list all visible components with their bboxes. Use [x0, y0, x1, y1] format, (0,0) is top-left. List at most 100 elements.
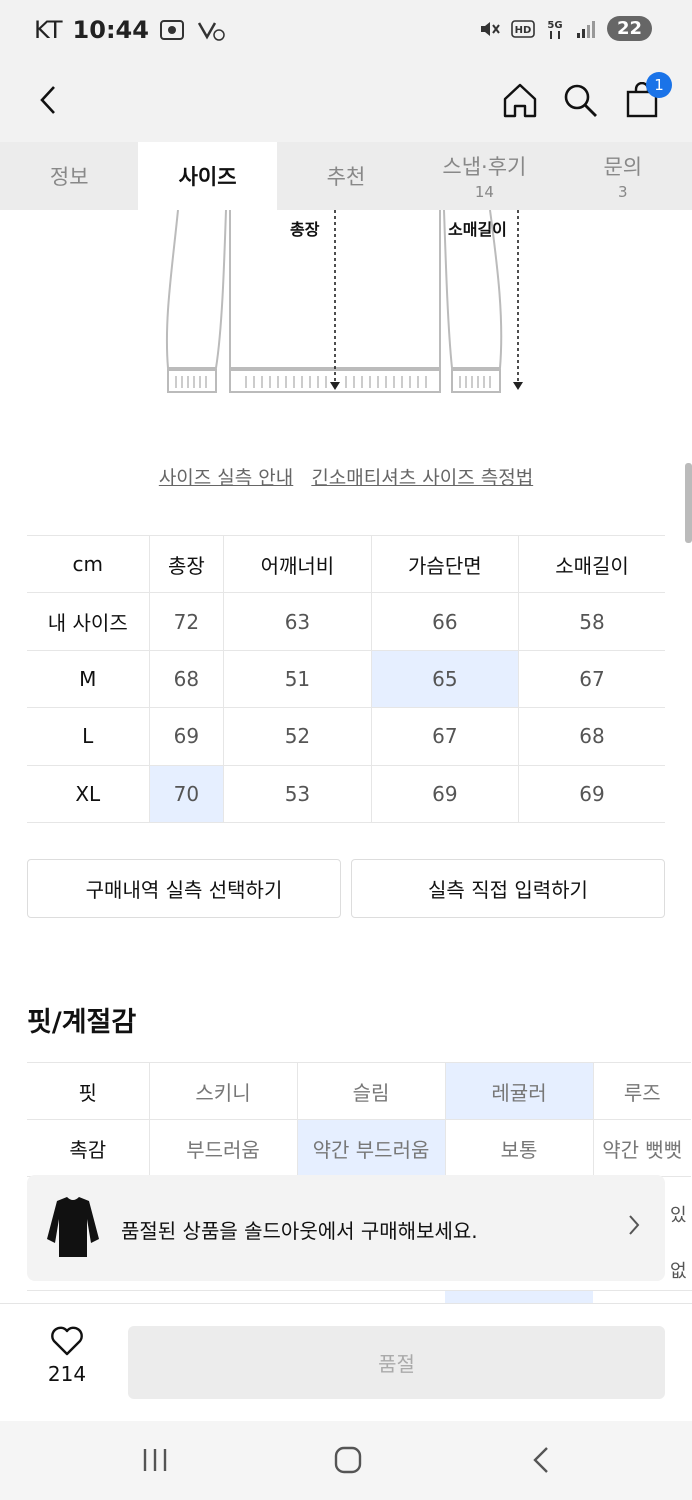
table-cell-highlight: 약간 부드러움 — [296, 1119, 445, 1177]
mute-icon — [480, 21, 500, 36]
tab-label: 사이즈 — [178, 165, 237, 189]
soldout-button[interactable]: 품절 — [128, 1326, 665, 1399]
table-cell: 있 — [670, 1205, 687, 1226]
row-label: M — [27, 649, 149, 709]
row-label: 내 사이즈 — [27, 592, 149, 651]
search-button[interactable] — [558, 78, 602, 122]
cart-button[interactable]: 1 — [620, 72, 672, 122]
like-button[interactable]: 214 — [40, 1326, 94, 1386]
table-row: XL 70 53 69 69 — [27, 764, 665, 823]
table-header-cell: cm — [27, 534, 149, 594]
tab-label: 문의 — [603, 155, 643, 179]
row-label: XL — [27, 764, 149, 823]
manual-size-input-button[interactable]: 실측 직접 입력하기 — [351, 859, 665, 918]
hd-icon: HD — [511, 19, 535, 38]
size-illustration: 총장 소매길이 — [150, 209, 550, 410]
table-header-row: cm 총장 어깨너비 가슴단면 소매길이 — [27, 534, 665, 594]
table-cell: 67 — [370, 707, 519, 766]
screenshot-icon — [159, 20, 184, 40]
table-cell: 스키니 — [148, 1062, 297, 1120]
recent-apps-icon[interactable] — [140, 1447, 170, 1473]
product-thumbnail — [47, 1197, 99, 1257]
tab-size[interactable]: 사이즈 — [138, 142, 277, 210]
purchase-history-size-button[interactable]: 구매내역 실측 선택하기 — [27, 859, 341, 918]
table-cell: 67 — [518, 649, 665, 709]
size-guide-link[interactable]: 사이즈 실측 안내 — [159, 467, 293, 489]
carrier: KT — [34, 16, 63, 44]
table-header-cell: 가슴단면 — [370, 534, 519, 594]
table-row — [27, 1290, 692, 1305]
size-guide-links: 사이즈 실측 안내 긴소매티셔츠 사이즈 측정법 — [0, 463, 692, 490]
no-vibrate-icon — [197, 22, 225, 41]
table-header-cell: 어깨너비 — [223, 534, 372, 594]
table-row: L 69 52 67 68 — [27, 707, 665, 766]
table-cell: 69 — [148, 707, 224, 766]
svg-text:HD: HD — [515, 25, 532, 36]
bottom-action-bar: 214 품절 — [0, 1303, 692, 1421]
row-label: 촉감 — [27, 1119, 149, 1177]
heart-icon — [51, 1326, 83, 1356]
table-cell: 51 — [223, 649, 372, 709]
fit-table: 핏 스키니 슬림 레귤러 루즈 촉감 부드러움 약간 부드러움 보통 약간 뻣뻣 — [27, 1062, 691, 1177]
home-icon — [503, 83, 537, 118]
table-cell: 63 — [223, 592, 372, 651]
chevron-right-icon — [629, 1215, 640, 1235]
scrollbar[interactable] — [685, 463, 692, 543]
battery-level: 22 — [606, 16, 652, 41]
table-cell: 68 — [518, 707, 665, 766]
tab-info[interactable]: 정보 — [0, 142, 138, 210]
table-cell: 72 — [148, 592, 224, 651]
like-count: 214 — [47, 1362, 87, 1386]
measure-method-link[interactable]: 긴소매티셔츠 사이즈 측정법 — [311, 467, 533, 489]
tab-count: 14 — [474, 183, 494, 201]
product-tabs: 정보 사이즈 추천 스냅·후기 14 문의 3 — [0, 142, 692, 210]
tab-label: 추천 — [326, 165, 366, 189]
table-cell: 부드러움 — [148, 1119, 297, 1177]
5g-icon: 5G — [547, 20, 563, 39]
table-cell: 68 — [148, 649, 224, 709]
tab-inquiry[interactable]: 문의 3 — [554, 142, 692, 210]
search-icon — [564, 84, 597, 117]
table-row: 촉감 부드러움 약간 부드러움 보통 약간 뻣뻣 — [27, 1119, 691, 1177]
table-cell: 66 — [370, 592, 519, 651]
home-nav-icon[interactable] — [333, 1446, 363, 1474]
table-cell: 69 — [370, 764, 519, 823]
table-header-cell: 소매길이 — [518, 534, 665, 594]
table-row: M 68 51 65 67 — [27, 649, 665, 709]
table-cell: 약간 뻣뻣 — [592, 1119, 691, 1177]
back-nav-icon[interactable] — [530, 1445, 552, 1475]
tab-recommend[interactable]: 추천 — [277, 142, 415, 210]
table-cell: 52 — [223, 707, 372, 766]
row-label: L — [27, 707, 149, 766]
chevron-left-icon — [40, 86, 55, 114]
table-row: 내 사이즈 72 63 66 58 — [27, 592, 665, 651]
table-cell: 58 — [518, 592, 665, 651]
table-cell-highlight: 65 — [370, 649, 519, 709]
cart-count-badge: 1 — [646, 72, 672, 98]
svg-text:5G: 5G — [547, 20, 562, 31]
table-cell: 69 — [518, 764, 665, 823]
tab-label: 정보 — [49, 165, 89, 189]
size-table: cm 총장 어깨너비 가슴단면 소매길이 내 사이즈 72 63 66 58 M… — [27, 534, 665, 823]
status-bar: KT 10:44 HD 5G 22 — [0, 0, 692, 64]
system-nav-bar — [0, 1421, 692, 1500]
tab-snap-review[interactable]: 스냅·후기 14 — [415, 142, 553, 210]
clock: 10:44 — [72, 16, 149, 44]
fit-section-title: 핏/계절감 — [27, 1007, 137, 1038]
table-cell-highlight: 레귤러 — [444, 1062, 593, 1120]
app-header: 1 — [0, 64, 692, 142]
back-button[interactable] — [26, 78, 70, 122]
home-button[interactable] — [498, 78, 542, 122]
table-cell: 보통 — [444, 1119, 593, 1177]
peek-cells: 있 없 — [670, 1188, 687, 1300]
signal-icon — [576, 20, 595, 38]
table-cell: 53 — [223, 764, 372, 823]
table-cell-highlight: 70 — [148, 764, 224, 823]
table-cell: 루즈 — [592, 1062, 691, 1120]
banner-text: 품절된 상품을 솔드아웃에서 구매해보세요. — [121, 1219, 478, 1243]
soldout-banner[interactable]: 품절된 상품을 솔드아웃에서 구매해보세요. — [27, 1175, 665, 1281]
length-label: 총장 — [290, 220, 320, 239]
sweatshirt-diagram — [165, 209, 523, 393]
tab-count: 3 — [617, 183, 628, 201]
table-row: 핏 스키니 슬림 레귤러 루즈 — [27, 1062, 691, 1120]
